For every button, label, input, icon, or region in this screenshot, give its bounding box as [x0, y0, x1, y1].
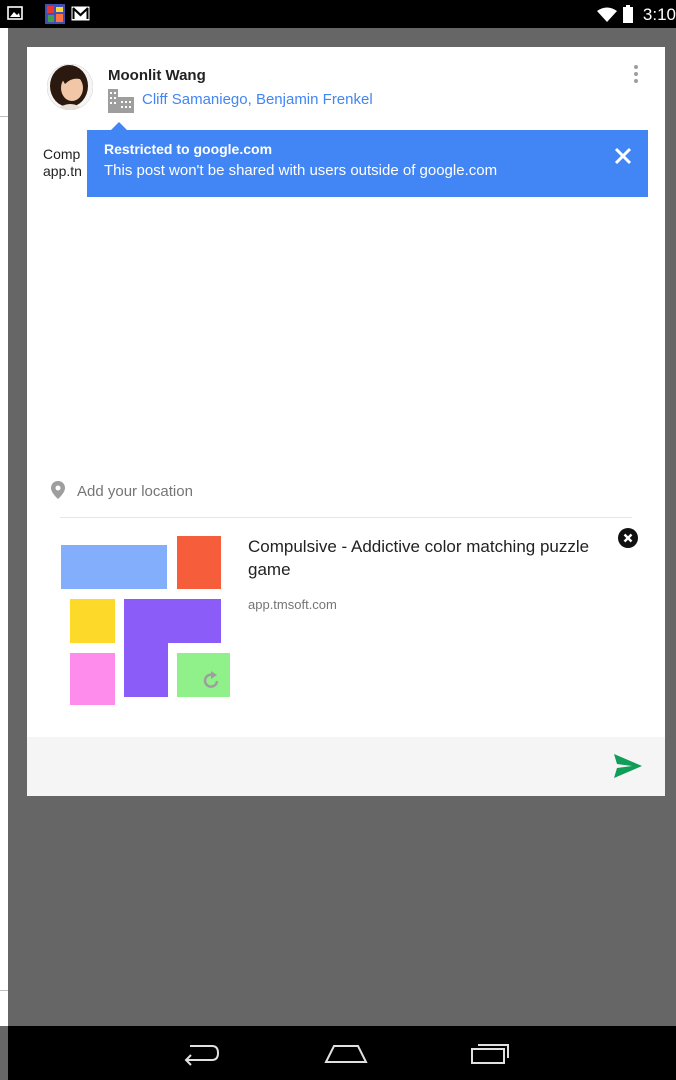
close-icon[interactable]	[611, 144, 635, 168]
author-name: Moonlit Wang	[108, 67, 206, 84]
gmail-icon	[71, 6, 90, 21]
building-icon	[108, 89, 134, 113]
game-app-icon	[45, 4, 65, 24]
avatar[interactable]	[47, 64, 93, 110]
share-post-card: Moonlit Wang Cliff Samaniego, Benjamin F…	[27, 47, 665, 796]
remove-icon[interactable]	[618, 528, 638, 548]
post-text[interactable]: Comp app.tn	[43, 146, 82, 180]
divider	[0, 990, 8, 991]
home-icon[interactable]	[324, 1040, 368, 1066]
link-domain: app.tmsoft.com	[248, 597, 337, 612]
recents-icon[interactable]	[470, 1040, 512, 1066]
navigation-bar	[8, 1026, 676, 1080]
overflow-menu-icon[interactable]	[633, 65, 639, 85]
link-thumbnail[interactable]	[61, 533, 231, 705]
battery-icon	[623, 5, 633, 23]
tooltip-arrow	[111, 122, 127, 130]
divider	[0, 116, 8, 117]
divider	[60, 517, 632, 518]
card-footer	[27, 737, 665, 796]
link-title[interactable]: Compulsive - Addictive color matching pu…	[248, 535, 618, 581]
wifi-icon	[597, 7, 617, 22]
add-location-field[interactable]: Add your location	[77, 483, 193, 500]
post-text-line: Comp	[43, 146, 81, 162]
send-icon[interactable]	[614, 754, 642, 778]
back-icon[interactable]	[182, 1040, 222, 1066]
restriction-tooltip: Restricted to google.com This post won't…	[87, 122, 648, 197]
image-icon	[7, 6, 23, 20]
location-pin-icon	[51, 481, 65, 499]
tooltip-body: This post won't be shared with users out…	[104, 162, 498, 179]
status-bar: 3:10	[0, 0, 676, 28]
clock: 3:10	[642, 5, 676, 24]
post-text-line: app.tn	[43, 163, 82, 179]
tooltip-title: Restricted to google.com	[104, 141, 273, 157]
background-app-edge	[0, 28, 8, 1026]
audience-link[interactable]: Cliff Samaniego, Benjamin Frenkel	[142, 91, 373, 108]
